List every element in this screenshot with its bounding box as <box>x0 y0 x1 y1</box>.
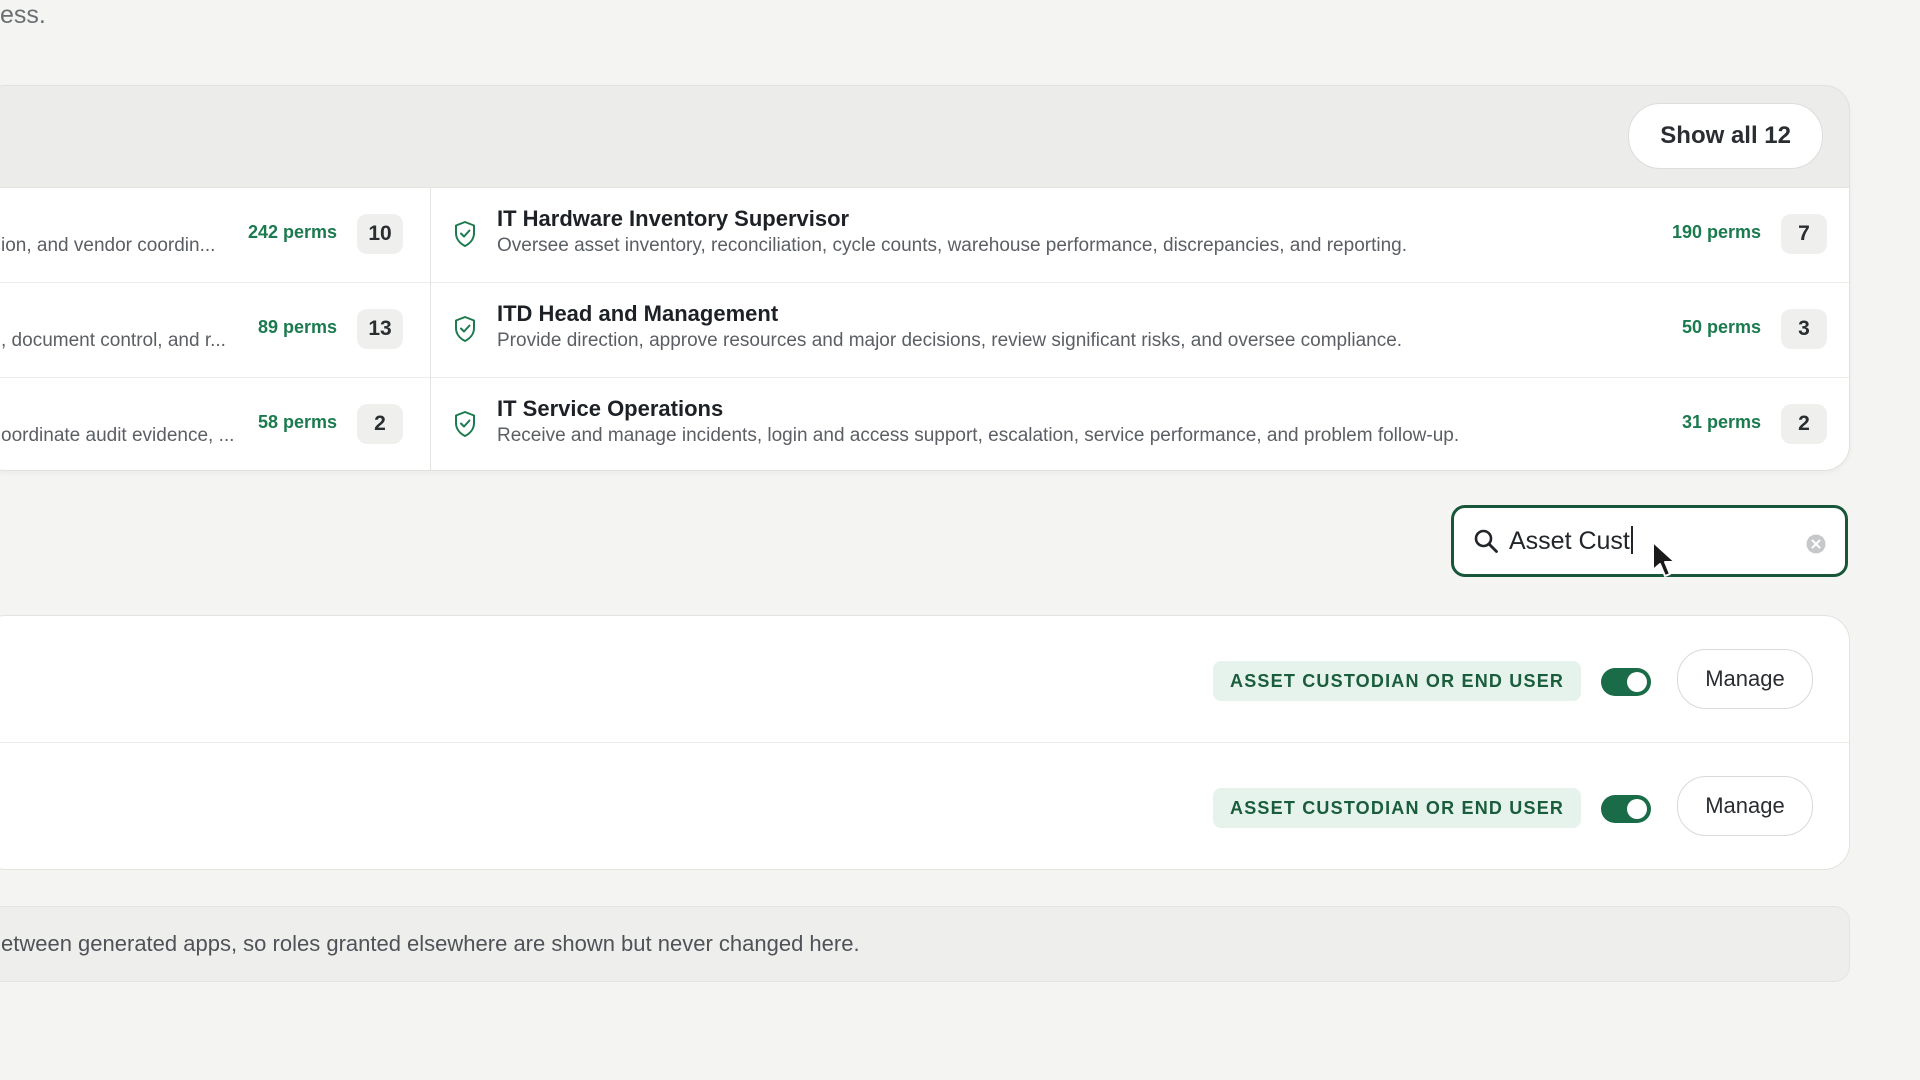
show-all-roles-button[interactable]: Show all 12 <box>1628 103 1823 169</box>
role-perms-count: 190 perms <box>1671 222 1761 242</box>
info-note-text: etween generated apps, so roles granted … <box>1 931 860 956</box>
role-description: Receive and manage incidents, login and … <box>497 425 1460 446</box>
role-member-count-badge: 2 <box>357 404 403 444</box>
toggle-knob <box>1627 799 1647 819</box>
user-row: ASSET CUSTODIAN OR END USER Manage <box>0 743 1849 869</box>
role-row[interactable]: , document control, and r... 89 perms 13 <box>0 283 430 378</box>
roles-card: Show all 12 ion, and vendor coordin... 2… <box>0 85 1850 471</box>
role-member-count-badge: 2 <box>1781 404 1827 444</box>
intro-text: ess. <box>0 1 46 29</box>
roles-column-right: IT Hardware Inventory Supervisor Oversee… <box>431 188 1849 470</box>
info-note: etween generated apps, so roles granted … <box>0 906 1850 982</box>
user-role-pill: ASSET CUSTODIAN OR END USER <box>1213 661 1582 701</box>
search-value[interactable]: Asset Cust <box>1509 525 1633 557</box>
clear-icon[interactable] <box>1806 534 1826 554</box>
roles-column-left: ion, and vendor coordin... 242 perms 10 … <box>0 188 431 470</box>
role-row[interactable]: ITD Head and Management Provide directio… <box>431 283 1849 378</box>
role-title: IT Hardware Inventory Supervisor <box>497 206 850 231</box>
role-perms-count: 31 perms <box>1681 412 1761 432</box>
role-member-count-badge: 7 <box>1781 214 1827 254</box>
manage-button[interactable]: Manage <box>1677 649 1813 709</box>
toggle-knob <box>1627 672 1647 692</box>
shield-check-icon <box>455 221 475 247</box>
role-perms-count: 242 perms <box>247 222 337 242</box>
roles-grid: ion, and vendor coordin... 242 perms 10 … <box>0 187 1849 470</box>
role-description: oordinate audit evidence, ... <box>1 425 235 446</box>
shield-check-icon <box>455 411 475 437</box>
role-member-count-badge: 13 <box>357 309 403 349</box>
role-perms-count: 58 perms <box>257 412 337 432</box>
role-description: , document control, and r... <box>1 330 226 351</box>
user-row: ASSET CUSTODIAN OR END USER Manage <box>0 616 1849 743</box>
text-caret <box>1630 526 1633 554</box>
manage-button[interactable]: Manage <box>1677 776 1813 836</box>
role-perms-count: 89 perms <box>257 317 337 337</box>
role-row[interactable]: IT Hardware Inventory Supervisor Oversee… <box>431 188 1849 283</box>
role-description: ion, and vendor coordin... <box>1 235 216 256</box>
user-role-pill: ASSET CUSTODIAN OR END USER <box>1213 788 1582 828</box>
mouse-cursor-icon <box>1652 541 1676 577</box>
role-row[interactable]: IT Service Operations Receive and manage… <box>431 378 1849 470</box>
role-row[interactable]: ion, and vendor coordin... 242 perms 10 <box>0 188 430 283</box>
role-description: Oversee asset inventory, reconciliation,… <box>497 235 1407 256</box>
role-member-count-badge: 3 <box>1781 309 1827 349</box>
shield-check-icon <box>455 316 475 342</box>
role-row[interactable]: oordinate audit evidence, ... 58 perms 2 <box>0 378 430 470</box>
role-perms-count: 50 perms <box>1681 317 1761 337</box>
role-title: ITD Head and Management <box>497 301 779 326</box>
users-card: ASSET CUSTODIAN OR END USER Manage ASSET… <box>0 615 1850 870</box>
role-toggle[interactable] <box>1601 668 1651 696</box>
search-icon <box>1474 529 1498 553</box>
role-description: Provide direction, approve resources and… <box>497 330 1403 351</box>
role-toggle[interactable] <box>1601 795 1651 823</box>
role-member-count-badge: 10 <box>357 214 403 254</box>
role-title: IT Service Operations <box>497 396 724 421</box>
